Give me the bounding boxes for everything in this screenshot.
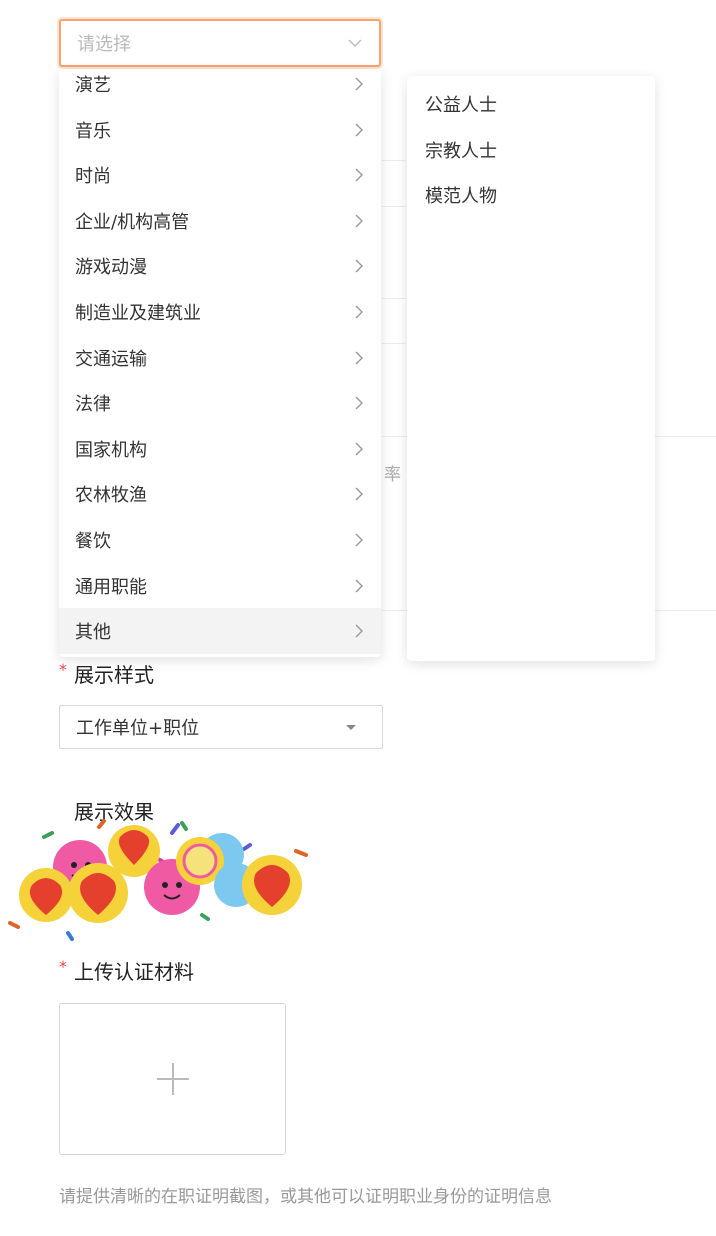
menu-item[interactable]: 国家机构 xyxy=(59,426,381,472)
chevron-right-icon xyxy=(355,168,363,182)
background-divider xyxy=(382,298,406,299)
menu-item-label: 国家机构 xyxy=(75,439,147,461)
menu-item[interactable]: 演艺 xyxy=(59,69,381,107)
submenu-item[interactable]: 模范人物 xyxy=(407,172,655,218)
menu-item-label: 演艺 xyxy=(75,75,111,96)
chevron-right-icon xyxy=(355,77,363,91)
menu-item-label: 通用职能 xyxy=(75,576,147,598)
menu-item-label: 时尚 xyxy=(75,166,111,188)
chevron-right-icon xyxy=(355,305,363,319)
menu-item-label: 音乐 xyxy=(75,120,111,142)
menu-item[interactable]: 其他 xyxy=(59,608,381,655)
menu-item[interactable]: 餐饮 xyxy=(59,517,381,563)
menu-item-label: 交通运输 xyxy=(75,348,147,370)
menu-item-label: 企业/机构高管 xyxy=(75,211,190,233)
background-text-fragment: 率 xyxy=(384,465,401,485)
chevron-right-icon xyxy=(355,123,363,137)
required-mark: * xyxy=(59,957,67,976)
menu-item[interactable]: 制造业及建筑业 xyxy=(59,289,381,335)
chevron-right-icon xyxy=(355,396,363,410)
required-mark: * xyxy=(59,660,67,679)
display-style-select[interactable]: 工作单位+职位 xyxy=(59,705,383,749)
cascader-menu-level2: 公益人士 宗教人士 模范人物 xyxy=(407,76,655,661)
menu-item-label: 农林牧渔 xyxy=(75,485,147,507)
upload-button[interactable] xyxy=(59,1003,286,1155)
menu-item-label: 餐饮 xyxy=(75,531,111,552)
cascader-menu-level1: 演艺音乐时尚企业/机构高管 游戏动漫制造业及建筑业 交通运输法律国家机构农林牧渔餐饮… xyxy=(59,69,381,657)
chevron-right-icon xyxy=(355,259,363,273)
occupation-select[interactable]: 请选择 xyxy=(59,19,381,67)
chevron-right-icon xyxy=(355,579,363,593)
menu-item[interactable]: 通用职能 xyxy=(59,563,381,609)
chevron-right-icon xyxy=(355,533,363,547)
menu-item[interactable]: 游戏动漫 xyxy=(59,243,381,289)
background-divider xyxy=(382,343,406,344)
submenu-item[interactable]: 宗教人士 xyxy=(407,127,655,173)
caret-down-icon xyxy=(346,725,356,730)
upload-hint: 请提供清晰的在职证明截图，或其他可以证明职业身份的证明信息 xyxy=(59,1187,552,1207)
display-style-label: 展示样式 xyxy=(74,663,154,687)
chevron-right-icon xyxy=(355,351,363,365)
menu-item[interactable]: 交通运输 xyxy=(59,335,381,381)
menu-item[interactable]: 时尚 xyxy=(59,152,381,198)
menu-item[interactable]: 企业/机构高管 xyxy=(59,198,381,244)
chevron-right-icon xyxy=(355,624,363,638)
menu-item-label: 制造业及建筑业 xyxy=(75,303,201,324)
menu-item[interactable]: 音乐 xyxy=(59,107,381,153)
candy-heart-stickers xyxy=(8,819,308,941)
menu-item[interactable]: 法律 xyxy=(59,380,381,426)
menu-item-label: 其他 xyxy=(75,622,111,644)
background-divider xyxy=(382,160,406,161)
upload-label: 上传认证材料 xyxy=(74,960,194,984)
menu-item-label: 法律 xyxy=(75,394,111,416)
display-style-value: 工作单位+职位 xyxy=(76,718,200,739)
chevron-right-icon xyxy=(355,214,363,228)
background-divider xyxy=(382,206,406,207)
menu-item-label: 游戏动漫 xyxy=(75,257,147,279)
menu-item[interactable]: 农林牧渔 xyxy=(59,471,381,517)
submenu-item[interactable]: 公益人士 xyxy=(407,81,655,127)
chevron-right-icon xyxy=(355,487,363,501)
chevron-down-icon xyxy=(348,39,362,47)
select-placeholder: 请选择 xyxy=(77,34,131,55)
chevron-right-icon xyxy=(355,442,363,456)
